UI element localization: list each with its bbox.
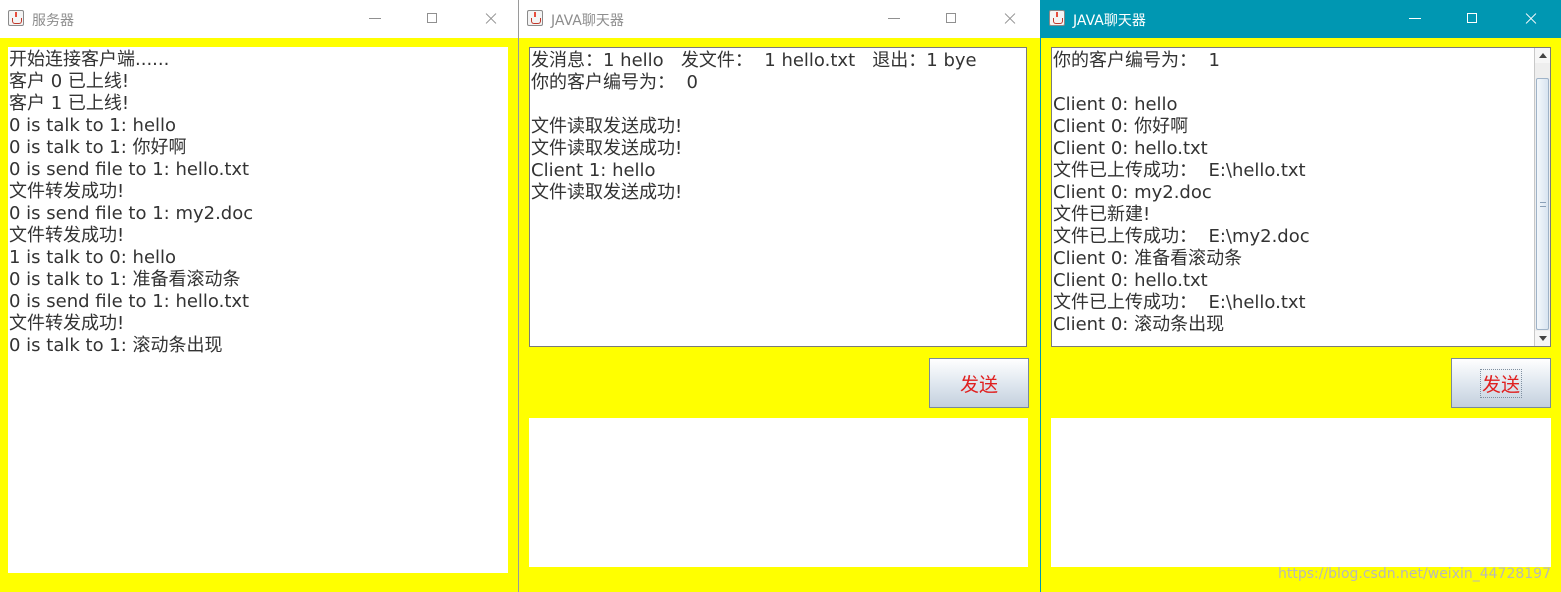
send-button-label: 发送 [959, 373, 998, 396]
send-button-label: 发送 [1479, 368, 1522, 398]
close-icon[interactable] [1508, 0, 1554, 38]
text-line: 0 is talk to 1: hello [9, 115, 177, 136]
text-line: 客户 0 已上线! [9, 71, 130, 92]
scrollbar-thumb[interactable] [1536, 78, 1549, 330]
maximize-icon[interactable] [410, 0, 456, 38]
text-line: Client 0: hello [1053, 94, 1178, 115]
close-icon[interactable] [987, 0, 1033, 38]
message-input[interactable] [529, 418, 1028, 567]
watermark-text: https://blog.csdn.net/weixin_44728197 [1277, 566, 1551, 582]
text-line: Client 0: 准备看滚动条 [1053, 248, 1243, 269]
text-line: 0 is send file to 1: hello.txt [9, 159, 250, 180]
message-input[interactable] [1051, 418, 1551, 567]
text-line: Client 0: my2.doc [1053, 182, 1212, 203]
text-line: 0 is talk to 1: 滚动条出现 [9, 335, 223, 356]
maximize-icon[interactable] [1450, 0, 1496, 38]
java-app-icon [8, 10, 24, 26]
server-log-area[interactable]: 开始连接客户端...... 客户 0 已上线! 客户 1 已上线! 0 is talk… [8, 47, 508, 573]
chat-display-area[interactable]: 发消息：1 hello 发文件： 1 hello.txt 退出：1 bye 你的客… [529, 47, 1027, 347]
text-line: 文件转发成功! [9, 313, 125, 334]
close-icon[interactable] [468, 0, 514, 38]
text-line: Client 0: 你好啊 [1053, 116, 1189, 137]
client2-titlebar[interactable]: JAVA聊天器 [1041, 0, 1561, 38]
text-line: 0 is talk to 1: 你好啊 [9, 137, 187, 158]
server-log-lines: 开始连接客户端...... 客户 0 已上线! 客户 1 已上线! 0 is talk… [8, 47, 508, 357]
text-line: 文件读取发送成功! [531, 182, 683, 203]
text-line: Client 0: hello.txt [1053, 270, 1208, 291]
text-line: 文件转发成功! [9, 181, 125, 202]
text-line: 文件已上传成功： E:\hello.txt [1053, 292, 1306, 313]
text-line: 文件已上传成功： E:\hello.txt [1053, 160, 1306, 181]
java-app-icon [527, 10, 543, 26]
text-line: 文件读取发送成功! [531, 116, 683, 137]
window-title: JAVA聊天器 [551, 13, 624, 29]
text-line: 0 is talk to 1: 准备看滚动条 [9, 269, 241, 290]
chat-message-lines: 你的客户编号为： 1 Client 0: hello Client 0: 你好啊 Cl… [1052, 48, 1550, 336]
send-button[interactable]: 发送 [1451, 358, 1551, 408]
text-line [1053, 72, 1550, 94]
window-title: 服务器 [32, 13, 74, 29]
server-titlebar[interactable]: 服务器 [0, 0, 518, 38]
text-line: Client 0: 滚动条出现 [1053, 314, 1225, 335]
text-line: 0 is send file to 1: my2.doc [9, 203, 254, 224]
text-line: Client 0: hello.txt [1053, 138, 1208, 159]
vertical-scrollbar[interactable] [1534, 48, 1550, 346]
minimize-icon[interactable] [352, 0, 398, 38]
text-line: 1 is talk to 0: hello [9, 247, 177, 268]
maximize-icon[interactable] [929, 0, 975, 38]
client-window-2: JAVA聊天器 你的客户编号为： 1 Client 0: hello Client … [1040, 0, 1561, 592]
text-line [531, 94, 1026, 116]
scroll-up-arrow-icon[interactable] [1535, 48, 1550, 63]
text-line: 你的客户编号为： 1 [1053, 50, 1220, 71]
text-line: 文件转发成功! [9, 225, 125, 246]
text-line: 文件已上传成功： E:\my2.doc [1053, 226, 1310, 247]
server-window: 服务器 开始连接客户端...... 客户 0 已上线! 客户 1 已上线! 0 is … [0, 0, 518, 592]
chat-message-lines: 发消息：1 hello 发文件： 1 hello.txt 退出：1 bye 你的客… [530, 48, 1026, 204]
text-line: 文件读取发送成功! [531, 138, 683, 159]
chat-display-area[interactable]: 你的客户编号为： 1 Client 0: hello Client 0: 你好啊 Cl… [1051, 47, 1551, 347]
minimize-icon[interactable] [871, 0, 917, 38]
client1-titlebar[interactable]: JAVA聊天器 [519, 0, 1040, 38]
text-line: 0 is send file to 1: hello.txt [9, 291, 250, 312]
text-line: 文件已新建! [1053, 204, 1151, 225]
text-line: 发消息：1 hello 发文件： 1 hello.txt 退出：1 bye [531, 50, 977, 71]
scroll-grip-icon [1540, 202, 1546, 207]
java-app-icon [1049, 10, 1065, 26]
minimize-icon[interactable] [1392, 0, 1438, 38]
scroll-down-arrow-icon[interactable] [1535, 331, 1550, 346]
window-title: JAVA聊天器 [1073, 13, 1146, 29]
send-button[interactable]: 发送 [929, 358, 1029, 408]
client-window-1: JAVA聊天器 发消息：1 hello 发文件： 1 hello.txt 退出：… [518, 0, 1040, 592]
text-line: 客户 1 已上线! [9, 93, 130, 114]
text-line: 开始连接客户端...... [9, 49, 170, 70]
text-line: 你的客户编号为： 0 [531, 72, 698, 93]
text-line: Client 1: hello [531, 160, 656, 181]
